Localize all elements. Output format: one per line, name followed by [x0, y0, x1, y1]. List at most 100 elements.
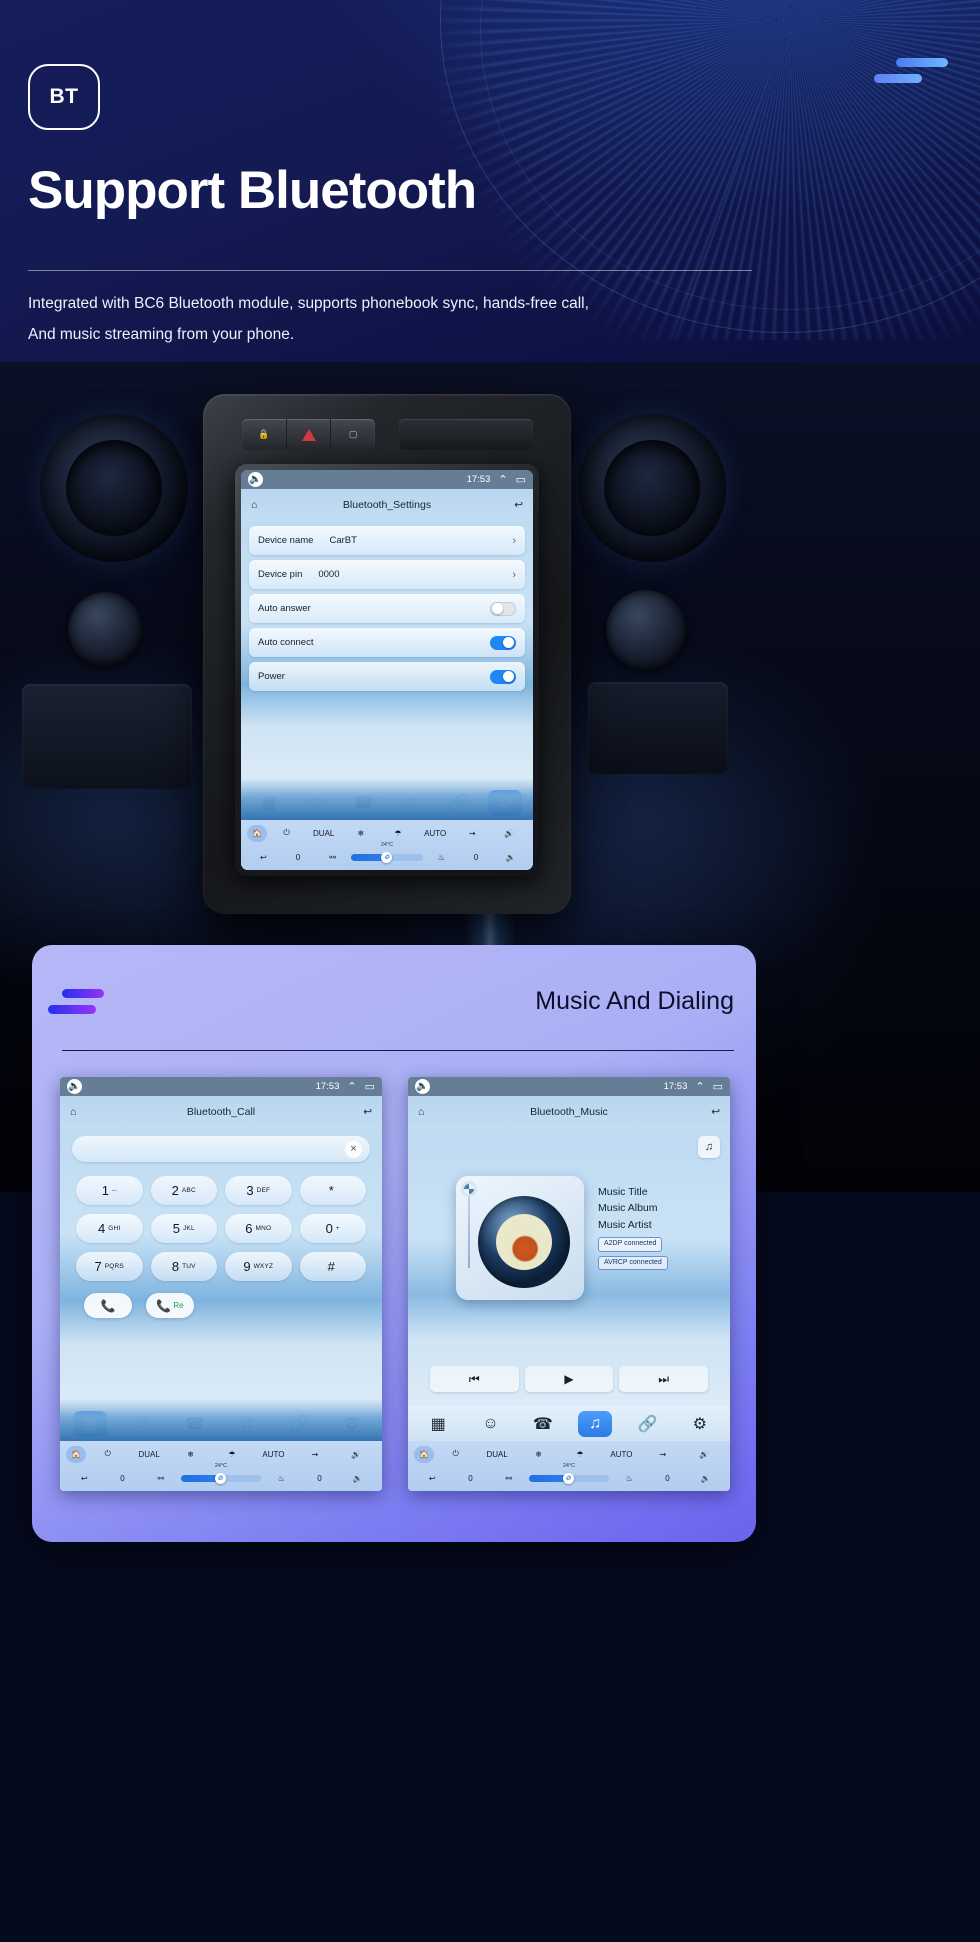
seat-heat-icon[interactable]: ♨ — [611, 1474, 647, 1483]
dialpad-key-3[interactable]: 3 DEF — [225, 1176, 292, 1205]
seat-icon[interactable]: ⚯ — [491, 1474, 527, 1483]
head-unit-hard-buttons[interactable]: 🔒 ▢ — [242, 419, 375, 450]
chevron-right-icon[interactable]: › — [512, 535, 516, 547]
slider-thumb[interactable]: ❂ — [562, 1472, 574, 1484]
fan-speed-slider[interactable]: ❂ — [529, 1472, 609, 1484]
power-icon[interactable]: ⏻ — [88, 1449, 127, 1459]
hamburger-icon[interactable] — [48, 989, 112, 1021]
recents-icon[interactable]: ▭ — [365, 1080, 375, 1093]
volume-down-icon[interactable]: 🔉 — [688, 1474, 724, 1483]
dialpad-key-8[interactable]: 8 TUV — [150, 1252, 217, 1281]
contacts-icon[interactable]: ☺ — [473, 1411, 507, 1437]
slider-thumb[interactable]: ❂ — [381, 851, 393, 863]
settings-row-auto-connect[interactable]: Auto connect — [249, 628, 525, 657]
defrost-icon[interactable]: ☂ — [212, 1450, 251, 1459]
chevron-right-icon[interactable]: › — [512, 569, 516, 581]
chevron-up-icon[interactable]: ⌃ — [347, 1080, 356, 1093]
volume-up-icon[interactable]: 🔊 — [337, 1450, 376, 1459]
dual-label[interactable]: DUAL — [477, 1450, 516, 1459]
recents-icon[interactable]: ▭ — [713, 1080, 723, 1093]
apps-grid-icon[interactable]: ▦ — [421, 1411, 455, 1437]
recirculate-icon[interactable]: ⇝ — [643, 1450, 682, 1459]
volume-up-icon[interactable]: 🔊 — [492, 829, 527, 838]
turntable-pivot-icon — [464, 1184, 474, 1194]
dual-label[interactable]: DUAL — [306, 829, 341, 838]
defrost-icon[interactable]: ☂ — [560, 1450, 599, 1459]
settings-row-device-name[interactable]: Device name CarBT › — [249, 526, 525, 555]
dual-label[interactable]: DUAL — [129, 1450, 168, 1459]
music-list-icon[interactable]: ♫ — [698, 1136, 720, 1158]
music-icon[interactable]: ♫ — [578, 1410, 613, 1437]
dialpad-key-0[interactable]: 0 + — [299, 1214, 366, 1243]
volume-icon[interactable]: 🔈 — [415, 1079, 430, 1094]
recirculate-icon[interactable]: ⇝ — [295, 1450, 334, 1459]
previous-track-button[interactable]: ⏮ — [430, 1366, 519, 1392]
snowflake-icon[interactable]: ❄ — [171, 1450, 210, 1459]
climate-left-value: 0 — [295, 852, 301, 862]
volume-icon[interactable]: 🔈 — [67, 1079, 82, 1094]
auto-label[interactable]: AUTO — [602, 1450, 641, 1459]
volume-down-icon[interactable]: 🔉 — [340, 1474, 376, 1483]
auto-answer-toggle[interactable] — [490, 601, 516, 616]
seat-icon[interactable]: ⚯ — [316, 853, 349, 862]
dial-number-input[interactable]: × — [72, 1136, 370, 1162]
power-icon[interactable]: ⏻ — [436, 1449, 475, 1459]
dialpad-key-1[interactable]: 1 -- — [76, 1176, 143, 1205]
auto-label[interactable]: AUTO — [254, 1450, 293, 1459]
dialpad-key-9[interactable]: 9 WXYZ — [225, 1252, 292, 1281]
dialpad-key-4[interactable]: 4 GHI — [76, 1214, 143, 1243]
home-icon[interactable]: 🏠 — [247, 824, 267, 842]
snowflake-icon[interactable]: ❄ — [343, 829, 378, 838]
dialpad-key-5[interactable]: 5 JKL — [150, 1214, 217, 1243]
chevron-up-icon[interactable]: ⌃ — [498, 473, 507, 486]
recirculate-icon[interactable]: ⇝ — [455, 829, 490, 838]
snowflake-icon[interactable]: ❄ — [519, 1450, 558, 1459]
auto-connect-toggle[interactable] — [490, 635, 516, 650]
link-icon[interactable]: 🔗 — [630, 1411, 664, 1437]
power-icon[interactable]: ⏻ — [269, 828, 304, 838]
auto-label[interactable]: AUTO — [418, 829, 453, 838]
volume-icon[interactable]: 🔈 — [248, 472, 263, 487]
settings-row-device-pin[interactable]: Device pin 0000 › — [249, 560, 525, 589]
climate-right-value: 0 — [665, 1473, 670, 1483]
phone-icon[interactable]: ☎ — [526, 1411, 560, 1437]
dialpad-key-hash[interactable]: # — [299, 1252, 366, 1281]
hamburger-icon[interactable] — [874, 58, 948, 90]
back-arrow-icon[interactable]: ↩ — [247, 853, 280, 862]
dialpad-key-star[interactable]: * — [299, 1176, 366, 1205]
settings-row-power[interactable]: Power — [249, 662, 525, 691]
music-and-dialing-card: Music And Dialing 🔈 17:53 ⌃ ▭ ⌂ Bluetoot… — [32, 945, 756, 1542]
play-button[interactable]: ▶ — [524, 1366, 614, 1392]
lock-button-icon[interactable]: 🔒 — [242, 419, 287, 450]
dialpad: 1 -- 2 ABC 3 DEF * 4 GHI 5 JKL 6 MNO 0 + 7 PQRS … — [60, 1162, 382, 1281]
rear-defrost-button-icon[interactable]: ▢ — [331, 419, 375, 450]
clear-icon[interactable]: × — [345, 1140, 362, 1158]
dialpad-key-6[interactable]: 6 MNO — [225, 1214, 292, 1243]
settings-icon[interactable]: ⚙ — [683, 1411, 717, 1437]
next-track-button[interactable]: ⏭ — [619, 1366, 709, 1392]
seat-heat-icon[interactable]: ♨ — [263, 1474, 299, 1483]
hazard-button-icon[interactable] — [287, 419, 332, 450]
seat-icon[interactable]: ⚯ — [143, 1474, 179, 1483]
call-button[interactable]: 📞 — [84, 1293, 132, 1318]
defrost-icon[interactable]: ☂ — [380, 829, 415, 838]
air-vent-right — [578, 414, 726, 562]
dialpad-key-7[interactable]: 7 PQRS — [76, 1252, 143, 1281]
chevron-up-icon[interactable]: ⌃ — [695, 1080, 704, 1093]
fan-speed-slider[interactable]: ❂ — [181, 1472, 261, 1484]
slider-thumb[interactable]: ❂ — [214, 1472, 226, 1484]
home-icon[interactable]: 🏠 — [414, 1445, 434, 1463]
settings-row-auto-answer[interactable]: Auto answer — [249, 594, 525, 623]
fan-speed-slider[interactable]: ❂ — [351, 851, 423, 863]
back-arrow-icon[interactable]: ↩ — [66, 1474, 102, 1483]
volume-up-icon[interactable]: 🔊 — [685, 1450, 724, 1459]
seat-heat-icon[interactable]: ♨ — [425, 853, 458, 862]
volume-down-icon[interactable]: 🔉 — [494, 853, 527, 862]
back-arrow-icon[interactable]: ↩ — [414, 1474, 450, 1483]
dialpad-key-2[interactable]: 2 ABC — [150, 1176, 217, 1205]
climate-left-value: 0 — [120, 1473, 125, 1483]
redial-button[interactable]: 📞 Re — [146, 1293, 194, 1318]
power-toggle[interactable] — [490, 669, 516, 684]
recents-icon[interactable]: ▭ — [516, 473, 526, 486]
home-icon[interactable]: 🏠 — [66, 1445, 86, 1463]
